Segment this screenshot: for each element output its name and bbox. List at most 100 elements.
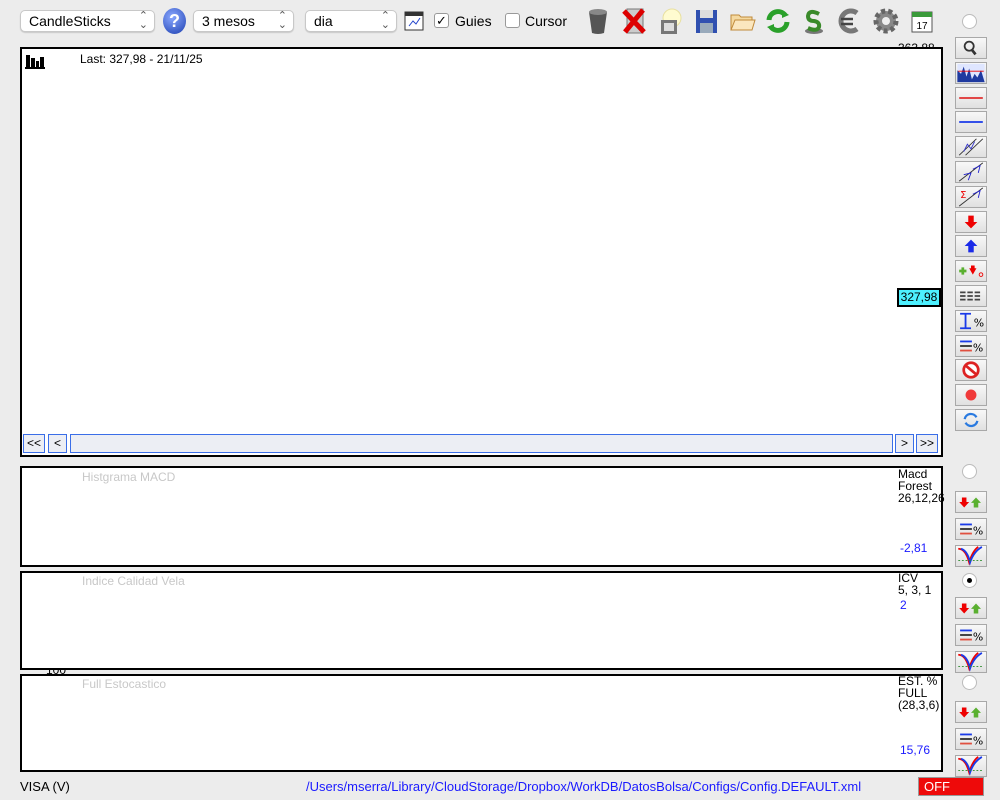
icv-panel-radio[interactable] [962, 573, 977, 588]
svg-text:%: % [974, 316, 984, 329]
stochastic-panel-radio[interactable] [962, 675, 977, 690]
buy-arrow-button[interactable] [955, 235, 987, 258]
range-percent-button[interactable]: % [955, 309, 987, 332]
lamp-icon[interactable] [655, 6, 685, 36]
record-icon [965, 389, 977, 401]
mini-chart-icon [957, 63, 985, 82]
macd-lines-percent-button[interactable]: % [955, 518, 987, 540]
sigma-trendline-button[interactable]: Σ [955, 185, 987, 208]
symbol-label: VISA (V) [20, 779, 70, 794]
folder-icon[interactable] [727, 6, 757, 36]
guides-checkbox[interactable]: ✓ [434, 13, 449, 28]
record-button[interactable] [955, 384, 987, 407]
lines-percent-icon: % [960, 733, 983, 747]
icv-lines-percent-button[interactable]: % [955, 624, 987, 646]
cancel-button[interactable] [955, 359, 987, 382]
stochastic-lines-percent-button[interactable]: % [955, 728, 987, 750]
macd-curve-settings-button[interactable] [955, 545, 987, 567]
svg-text:Σ: Σ [960, 190, 966, 201]
icv-last-value: 2 [900, 598, 907, 612]
config-path-link[interactable]: /Users/mserra/Library/CloudStorage/Dropb… [306, 779, 861, 794]
trash-icon[interactable] [583, 6, 613, 36]
svg-text:%: % [973, 630, 983, 643]
icv-signals-button[interactable] [955, 597, 987, 619]
price-panel-radio[interactable] [962, 14, 977, 29]
channel-button[interactable] [955, 136, 987, 159]
macd-legend: Macd Forest 26,12,26 [898, 467, 945, 505]
stochastic-title: Full Estocastico [82, 677, 167, 691]
gear-icon[interactable] [871, 6, 901, 36]
cursor-label: Cursor [525, 13, 568, 29]
range-percent-icon: % [960, 312, 984, 329]
signals-icon [959, 603, 981, 614]
curve-settings-icon [958, 756, 984, 776]
period-select[interactable]: 3 mesos ⌃ ⌄ [193, 10, 294, 32]
calendar-day: 17 [916, 21, 928, 32]
zoom-button[interactable] [955, 37, 987, 59]
sigma-trendline-icon: Σ [958, 187, 984, 207]
icv-title: Indice Calidad Vela [82, 574, 185, 588]
chart-type-value: CandleSticks [29, 13, 111, 29]
stochastic-curve-settings-button[interactable] [955, 755, 987, 777]
refresh-icon[interactable] [763, 6, 793, 36]
add-order-button[interactable] [955, 260, 987, 283]
lines-percent-button[interactable]: % [955, 334, 987, 357]
help-icon[interactable]: ? [163, 8, 186, 34]
chevron-updown-icon: ⌃ ⌄ [380, 10, 390, 31]
nav-first-button[interactable]: << [23, 434, 45, 453]
calendar-icon[interactable]: 17 [907, 6, 937, 36]
signals-icon [959, 497, 981, 508]
red-line-button[interactable] [955, 86, 987, 109]
blue-line-icon [959, 121, 983, 124]
icv-curve-settings-button[interactable] [955, 651, 987, 673]
svg-text:%: % [973, 524, 983, 537]
reload-button[interactable] [955, 409, 987, 431]
blue-line-button[interactable] [955, 111, 987, 134]
sell-arrow-button[interactable] [955, 210, 987, 233]
nav-last-button[interactable]: >> [916, 434, 938, 453]
euro-icon[interactable] [835, 6, 865, 36]
nav-next-button[interactable]: > [895, 434, 914, 453]
sell-arrow-icon [964, 215, 978, 228]
delete-icon[interactable] [619, 6, 649, 36]
curve-settings-icon [958, 546, 984, 566]
macd-last-value: -2,81 [900, 541, 928, 555]
period-value: 3 mesos [202, 13, 255, 29]
dollar-icon[interactable] [799, 6, 829, 36]
add-order-icon [959, 265, 984, 278]
icv-legend: ICV 5, 3, 1 [898, 571, 932, 597]
mini-chart-button[interactable] [955, 61, 987, 84]
macd-title: Histgrama MACD [82, 470, 176, 484]
interval-select[interactable]: dia ⌃ ⌄ [305, 10, 397, 32]
trendline-button[interactable] [955, 161, 987, 183]
trendline-icon [958, 162, 984, 182]
last-price-label: Last: 327,98 - 21/11/25 [80, 52, 203, 66]
interval-value: dia [314, 13, 333, 29]
stochastic-signals-button[interactable] [955, 701, 987, 723]
svg-text:%: % [973, 734, 983, 747]
chart-type-select[interactable]: CandleSticks ⌃ ⌄ [20, 10, 155, 32]
chevron-updown-icon: ⌃ ⌄ [277, 10, 287, 31]
zoom-icon [963, 40, 977, 56]
current-price-tag: 327,98 [897, 288, 941, 307]
grid-lines-button[interactable] [955, 285, 987, 307]
lines-percent-icon: % [960, 340, 983, 354]
macd-signals-button[interactable] [955, 491, 987, 513]
lines-percent-icon: % [960, 629, 983, 643]
save-icon[interactable] [691, 6, 721, 36]
lines-percent-icon: % [960, 523, 983, 537]
chart-window-icon[interactable] [404, 11, 424, 31]
cancel-icon [962, 361, 980, 380]
price-chart-panel[interactable] [20, 47, 943, 457]
channel-icon [958, 138, 984, 156]
stochastic-last-value: 15,76 [900, 743, 931, 757]
signals-icon [959, 707, 981, 718]
date-axis-scrollbar[interactable] [70, 434, 893, 453]
nav-prev-button[interactable]: < [48, 434, 67, 453]
off-toggle[interactable]: OFF [918, 777, 984, 796]
bar-chart-icon[interactable] [25, 51, 45, 69]
cursor-checkbox[interactable] [505, 13, 520, 28]
macd-panel-radio[interactable] [962, 464, 977, 479]
curve-settings-icon [958, 652, 984, 672]
svg-text:%: % [973, 341, 983, 354]
